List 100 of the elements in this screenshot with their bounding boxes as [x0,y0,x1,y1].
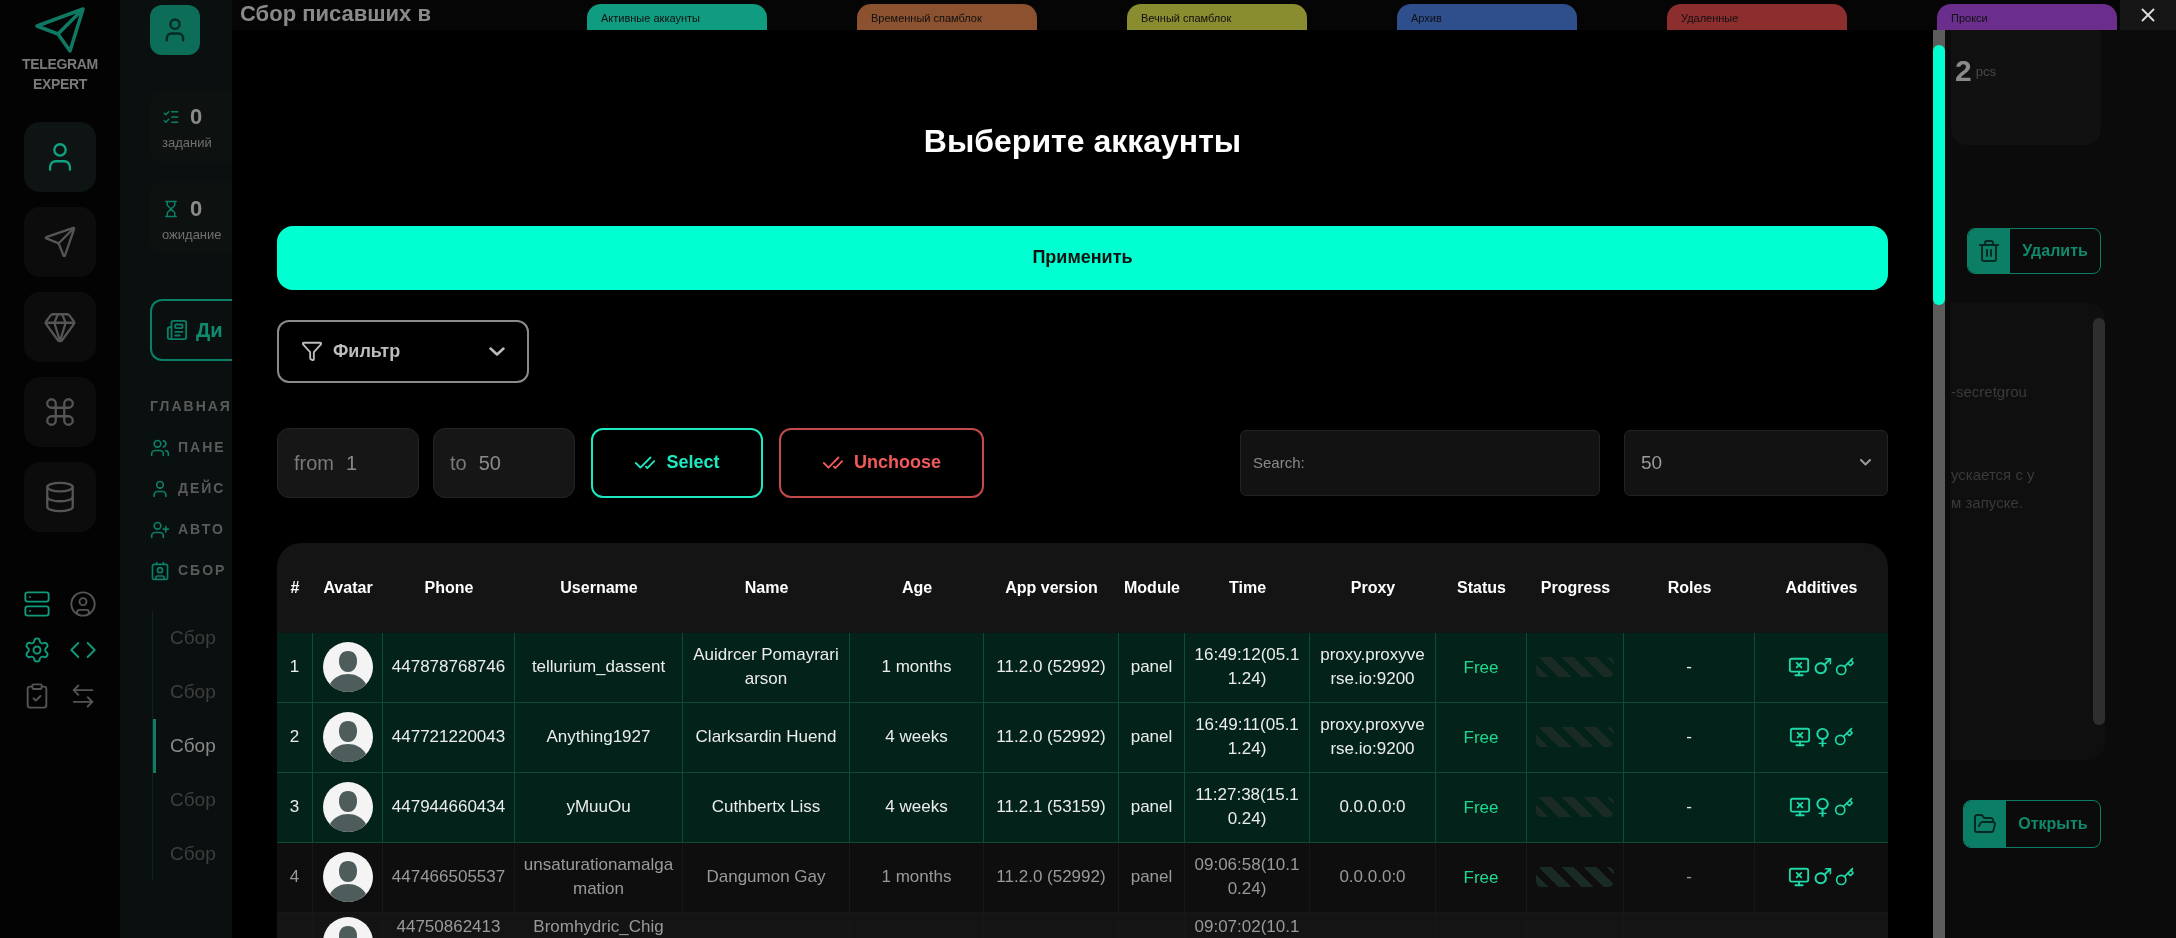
scrollbar-thumb[interactable] [1933,45,1945,305]
status-tab[interactable]: Временный спамблок [857,4,1037,30]
contact-icon [150,560,170,581]
delete-button[interactable]: Удалить [1967,228,2101,274]
column-header: Status [1456,577,1507,598]
nav-button[interactable] [24,122,96,192]
table-cell: panel [1119,842,1185,912]
stat-label: заданий [162,134,213,152]
table-cell: proxy.proxyverse.io:9200 [1310,702,1436,772]
menu-item[interactable]: ДЕЙС [150,478,232,499]
menu-heading: ГЛАВНАЯ [150,397,232,416]
diamond-icon [43,310,77,344]
table-row[interactable]: 2 447721220043 Anything1927 Clarksardin Huend 4 weeks 11.2.0 (52992) panel 16:49:11(05.11.24) proxy.proxyverse.io:9200 Free - ♀ [277,702,1888,773]
table-cell: 447721220043 [383,702,515,772]
table-cell: 4 weeks [850,772,984,842]
column-header: # [289,577,301,598]
server-icon[interactable] [23,590,51,618]
logo-text: EXPERT [33,75,87,94]
table-cell: 1 months [850,632,984,702]
from-field[interactable]: from 1 [277,427,419,498]
table-cell: 11.2.0 (52992) [984,842,1119,912]
gender-sign: ♀ [1814,795,1831,820]
table-cell: tellurium_dassent [515,632,683,702]
table-cell: 447878768746 [383,632,515,702]
nav-button[interactable] [24,292,96,362]
table-cell: Bromhydric_Chig [515,912,683,938]
filter-dropdown[interactable]: Фильтр [277,319,529,383]
monitor-x-icon [1789,726,1812,749]
status-text: Free [1436,702,1527,772]
paper-plane-logo [34,6,86,54]
table-cell: yMuuOu [515,772,683,842]
table-cell: Cuthbertx Liss [683,772,850,842]
database-icon [43,480,77,514]
stat-value: 0 [190,103,203,131]
table-row[interactable]: 3 447944660434 yMuuOu Cuthbertx Liss 4 weeks 11.2.1 (53159) panel 11:27:38(15.10.24) 0.0.0.0:0 Free - ♀ [277,772,1888,843]
table-cell: 16:49:11(05.11.24) [1185,702,1310,772]
monitor-x-icon [1787,656,1810,679]
menu-item[interactable]: ПАНЕ [150,437,232,458]
send-icon [43,225,77,259]
avatar-placeholder [322,782,373,833]
unchoose-button[interactable]: Unchoose [779,427,984,498]
table-cell: 0.0.0.0:0 [1310,772,1436,842]
column-header: Age [900,577,934,598]
nav-button[interactable] [24,207,96,277]
gender-sign: ♂ [1812,865,1833,890]
column-header: Progress [1539,577,1612,598]
table-cell: 4 [277,842,313,912]
close-button[interactable] [2120,0,2176,30]
search-field[interactable]: Search: [1240,429,1600,496]
table-cell: Auidrcer Pomayrariarson [683,632,850,702]
stat-label: ожидание [162,226,223,244]
monitor-x-icon [1787,866,1810,889]
table-cell: Anything1927 [515,702,683,772]
status-text: Free [1436,632,1527,702]
page-title: Сбор писавших в [239,0,432,28]
status-text: Free [1436,842,1527,912]
menu-item[interactable]: СБОР [150,560,232,581]
gender-sign: ♂ [1812,655,1833,680]
select-button[interactable]: Select [591,427,763,498]
table-cell: 3 [277,772,313,842]
filter-icon [301,340,323,363]
count-value: 2 [1955,53,1972,89]
key-icon [1835,657,1856,678]
key-icon [1833,797,1854,818]
table-cell: panel [1119,702,1185,772]
user-circle-icon[interactable] [69,590,97,618]
table-row[interactable]: 1 447878768746 tellurium_dassent Auidrcer Pomayrariarson 1 months 11.2.0 (52992) panel 16:49:12(05.11.24) proxy.proxyverse.io:9200 Free - ♂ [277,632,1888,703]
column-header: Proxy [1349,577,1397,598]
table-cell: 447466505537 [383,842,515,912]
open-button[interactable]: Открыть [1963,800,2101,848]
settings-icon[interactable] [23,636,51,664]
logo-text: TELEGRAM [22,55,98,74]
table-cell: 1 months [850,842,984,912]
nav-button[interactable] [24,377,96,447]
table-cell: 44750862413 [383,912,515,938]
table-cell: Clarksardin Huend [683,702,850,772]
table-cell: Dangumon Gay [683,842,850,912]
table-cell: 11.2.0 (52992) [984,632,1119,702]
column-header: Phone [423,577,475,598]
table-cell: panel [1119,772,1185,842]
command-icon [43,395,77,429]
table-cell: 0.0.0.0:0 [1310,842,1436,912]
status-tab[interactable]: Активные аккаунты [587,4,767,30]
apply-button[interactable]: Применить [277,226,1888,290]
column-header: Module [1123,577,1181,598]
gender-sign: ♀ [1814,725,1831,750]
menu-item[interactable]: АВТО [150,519,232,540]
users-icon [150,437,170,458]
monitor-x-icon [1789,796,1812,819]
table-row[interactable]: 4 447466505537 unsaturationamalgamation Dangumon Gay 1 months 11.2.0 (52992) panel 09:06:58(10.10.24) 0.0.0.0:0 Free - ♂ [277,842,1888,913]
table-cell: 11.2.1 (53159) [984,772,1119,842]
table-cell: 1 [277,632,313,702]
to-field[interactable]: to 50 [433,427,575,498]
modal-title: Выберите аккаунты [922,122,1243,161]
nav-button[interactable] [24,462,96,532]
table-cell: panel [1119,632,1185,702]
table-cell: 4 weeks [850,702,984,772]
status-tab[interactable]: Вечный спамблок [1127,4,1307,30]
page-size-select[interactable]: 50 [1624,429,1888,496]
table-cell: - [1624,632,1755,702]
